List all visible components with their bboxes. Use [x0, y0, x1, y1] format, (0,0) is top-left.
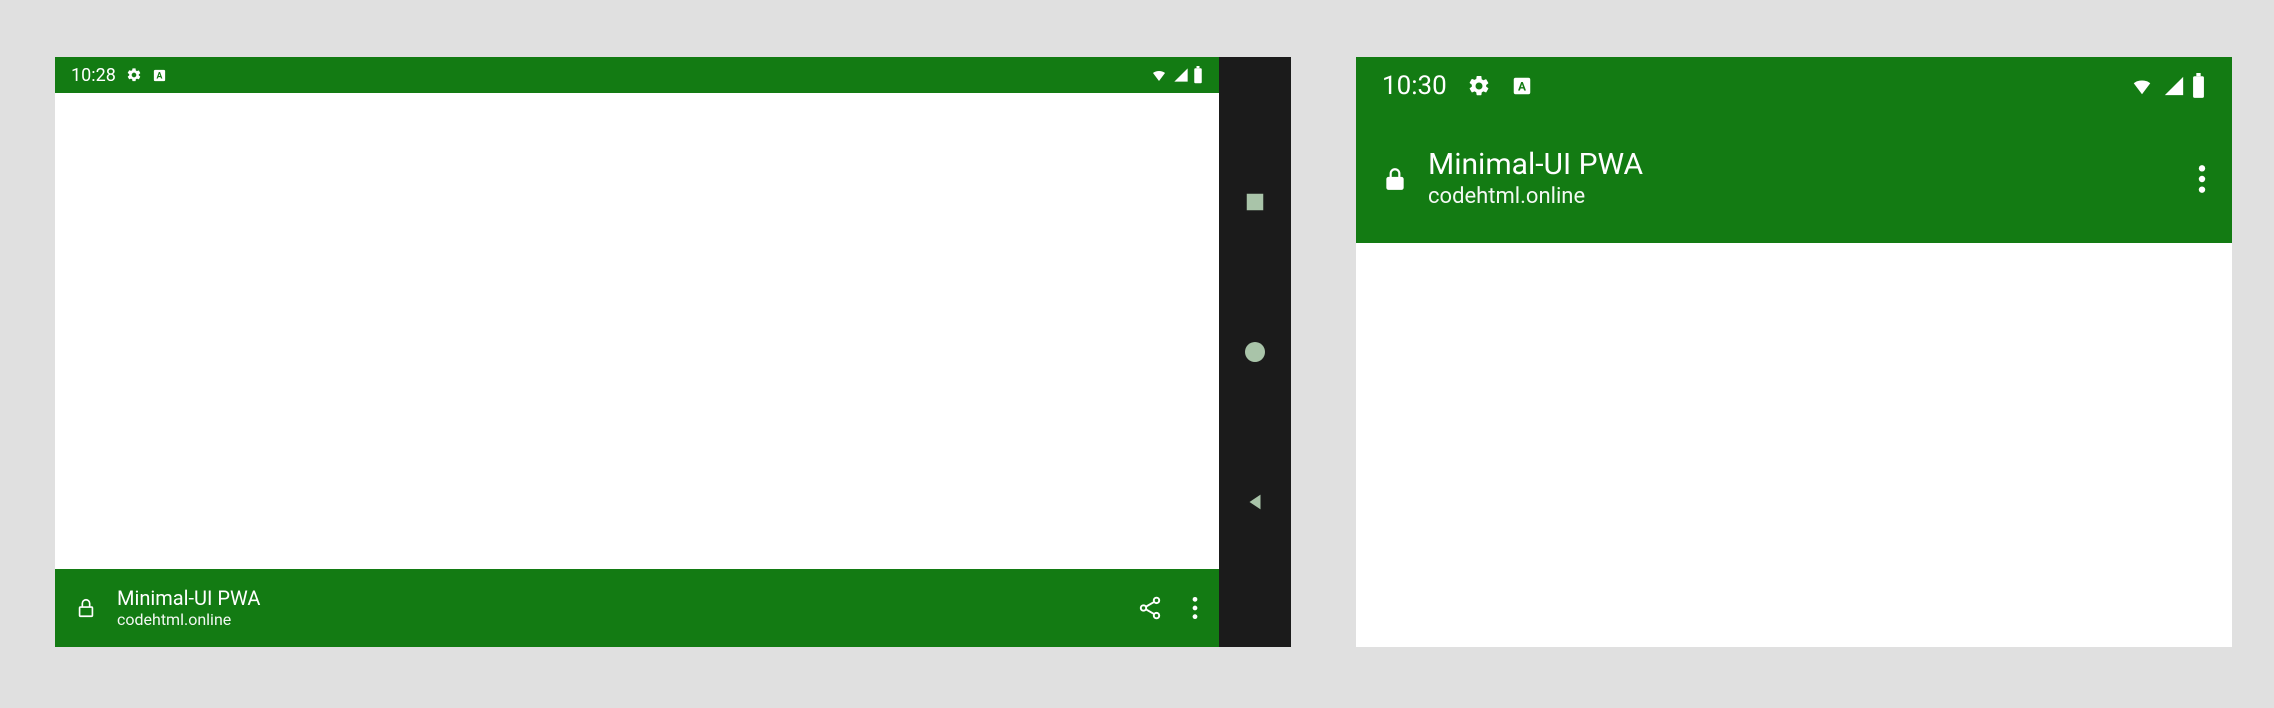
more-vert-icon[interactable] [2198, 163, 2206, 195]
status-time: 10:28 [71, 65, 116, 86]
lock-icon [1382, 164, 1408, 194]
app-bar-actions [1137, 595, 1199, 621]
status-bar: 10:30 A [1356, 57, 2232, 115]
app-icon: A [1511, 75, 1533, 97]
device1-main: 10:28 A [55, 57, 1219, 647]
status-bar-right [1149, 66, 1203, 84]
app-subtitle: codehtml.online [117, 610, 1137, 631]
nav-home-button[interactable] [1243, 340, 1267, 364]
share-icon[interactable] [1137, 595, 1163, 621]
app-bar-bottom: Minimal-UI PWA codehtml.online [55, 569, 1219, 647]
app-title: Minimal-UI PWA [117, 586, 1137, 610]
lock-icon [75, 595, 97, 621]
signal-icon [1173, 67, 1189, 83]
nav-recent-button[interactable] [1243, 190, 1267, 214]
app-titles: Minimal-UI PWA codehtml.online [1428, 147, 2198, 212]
battery-icon [1193, 66, 1203, 84]
webview-content[interactable] [55, 93, 1219, 569]
app-title: Minimal-UI PWA [1428, 147, 2198, 183]
status-bar-right [2127, 73, 2206, 99]
status-bar: 10:28 A [55, 57, 1219, 93]
app-titles: Minimal-UI PWA codehtml.online [117, 586, 1137, 631]
svg-text:A: A [1518, 80, 1526, 94]
system-nav-bar [1219, 57, 1291, 647]
app-subtitle: codehtml.online [1428, 183, 2198, 212]
app-bar-top: Minimal-UI PWA codehtml.online [1356, 115, 2232, 243]
webview-content[interactable] [1356, 243, 2232, 647]
battery-icon [2191, 73, 2206, 99]
nav-back-button[interactable] [1243, 490, 1267, 514]
svg-text:A: A [156, 71, 162, 81]
more-vert-icon[interactable] [1191, 595, 1199, 621]
signal-icon [2163, 75, 2185, 97]
wifi-icon [1149, 67, 1169, 83]
status-bar-left: 10:30 A [1382, 71, 1533, 101]
app-icon: A [152, 68, 167, 83]
status-time: 10:30 [1382, 71, 1447, 101]
device-portrait-crop: 10:30 A Minimal-UI PWA codeh [1356, 57, 2232, 647]
device-landscape: 10:28 A [55, 57, 1291, 647]
wifi-icon [2127, 75, 2157, 97]
gear-icon [1467, 74, 1491, 98]
gear-icon [126, 67, 142, 83]
status-bar-left: 10:28 A [71, 65, 167, 86]
